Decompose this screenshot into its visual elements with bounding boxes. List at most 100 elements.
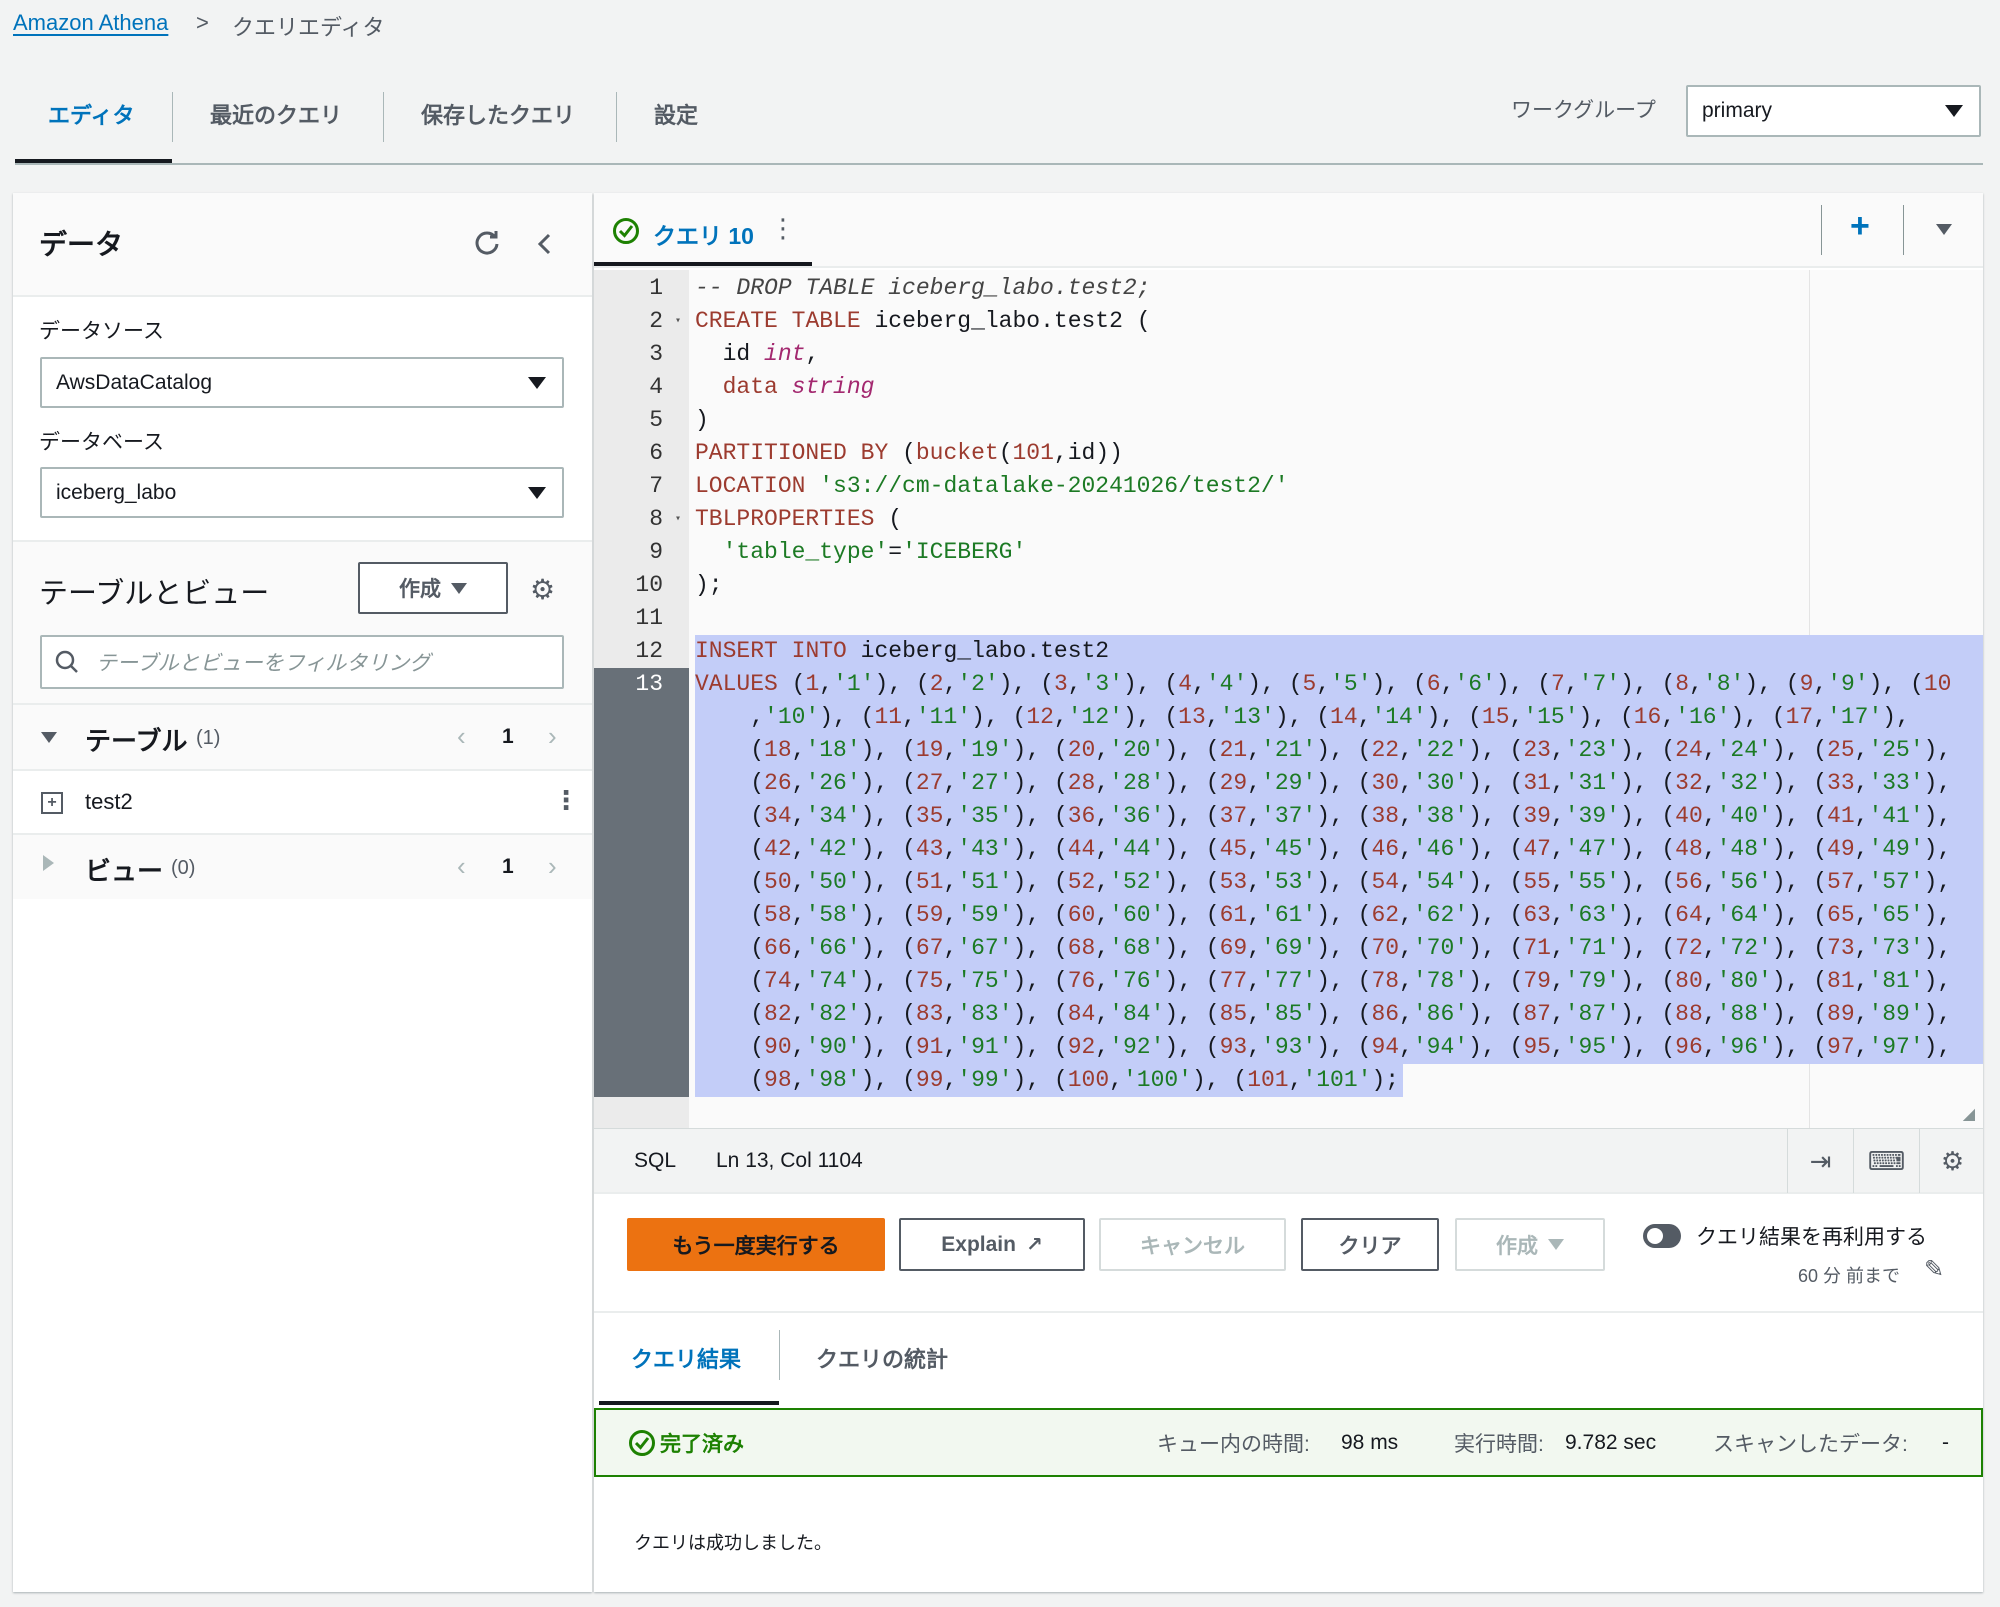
gear-icon[interactable]: ⚙ [530,573,555,606]
code-token: , [1095,968,1110,994]
code-token: '95' [1564,1034,1620,1060]
editor-settings-icon[interactable]: ⚙ [1919,1129,1985,1193]
code-token: '86' [1412,1001,1469,1027]
reuse-results-toggle[interactable] [1643,1224,1681,1248]
code-token: INTO [791,638,847,664]
sql-code-editor[interactable]: 1 -- DROP TABLE iceberg_labo.test2; 2 ▾ CREA… [594,270,1983,1128]
prev-page-icon[interactable]: ‹ [457,721,466,752]
code-row: PARTITIONED BY (bucket(101,id)) [695,437,1123,470]
code-token: 58 [764,902,792,928]
tables-group-header[interactable]: テーブル (1) ‹ 1 › [13,705,592,769]
views-count: (0) [171,857,196,879]
code-token: , [1399,935,1413,961]
tabs-menu-caret-icon[interactable] [1936,224,1952,235]
tab-editor[interactable]: エディタ [48,98,134,130]
table-item-test2[interactable]: + test2 ⋮ [13,771,592,833]
table-filter-input[interactable]: テーブルとビューをフィルタリング [40,635,564,689]
views-group-header[interactable]: ビュー (0) ‹ 1 › [13,835,592,899]
next-page-icon[interactable]: › [548,851,557,882]
breadcrumb-athena-link[interactable]: Amazon Athena [13,10,168,36]
code-token: 41 [1827,803,1855,829]
views-page-number[interactable]: 1 [502,855,514,879]
code-token: '50' [805,869,861,895]
format-query-icon[interactable]: ⇥ [1787,1129,1853,1193]
cancel-button[interactable]: キャンセル [1099,1218,1286,1271]
code-token: '30' [1412,770,1469,796]
tab-query-results[interactable]: クエリ結果 [631,1342,741,1374]
edit-pencil-icon[interactable]: ✎ [1924,1255,1944,1284]
editor-status-bar: SQL Ln 13, Col 1104 ⇥ ⌨ ⚙ [594,1128,1983,1194]
code-token: ), ( [1468,869,1524,895]
code-token: ); [1371,1067,1400,1093]
tables-page-number[interactable]: 1 [502,725,514,749]
create-table-button[interactable]: 作成 [358,562,508,614]
tab-divider [383,92,384,142]
line-number: 4 [649,374,663,400]
code-token: , [791,935,806,961]
query-tab[interactable]: クエリ 10 ⋮ [594,193,812,268]
expand-caret-icon[interactable] [43,855,54,871]
code-token: , [1095,803,1110,829]
fold-arrow-icon[interactable]: ▾ [675,503,681,536]
code-token: , [1854,1034,1869,1060]
code-token: '60' [1109,902,1165,928]
tab-settings[interactable]: 設定 [654,98,698,130]
code-token: '33' [1868,770,1924,796]
code-token: ), ( [1619,869,1676,895]
code-token: 99 [915,1067,944,1093]
code-token: , [1095,869,1110,895]
query-tab-menu-icon[interactable]: ⋮ [770,213,796,244]
search-icon [55,650,78,673]
create-button[interactable]: 作成 [1455,1218,1605,1271]
code-token: , [943,836,958,862]
tab-query-stats[interactable]: クエリの統計 [816,1342,948,1374]
next-page-icon[interactable]: › [548,721,557,752]
tab-recent-queries[interactable]: 最近のクエリ [210,98,342,130]
language-label: SQL [634,1149,677,1172]
add-query-tab-icon[interactable]: + [1850,207,1870,246]
run-again-button[interactable]: もう一度実行する [627,1218,885,1271]
code-token: '10' [764,704,820,730]
collapse-panel-icon[interactable] [535,231,555,257]
refresh-icon[interactable] [473,229,501,257]
prev-page-icon[interactable]: ‹ [457,851,466,882]
code-token: 31 [1523,770,1551,796]
create-label: 作成 [399,578,441,601]
code-token: 47 [1523,836,1551,862]
code-token: '78' [1412,968,1469,994]
workgroup-select[interactable]: primary [1686,85,1981,137]
line-number: 2 ▾ [594,305,689,338]
code-token: , [1095,902,1110,928]
tabs-baseline [15,163,1983,165]
code-token: 68 [1067,935,1096,961]
code-token: , [1854,935,1869,961]
keyboard-shortcuts-icon[interactable]: ⌨ [1853,1129,1919,1193]
code-token: , [819,671,834,697]
explain-button[interactable]: Explain ↗ [899,1218,1085,1271]
toggle-knob [1647,1228,1663,1244]
code-token: 64 [1675,902,1703,928]
database-select[interactable]: iceberg_labo [40,467,564,518]
code-token: ), ( [1619,737,1676,763]
expand-caret-icon[interactable] [41,732,57,743]
code-token: 22 [1371,737,1400,763]
code-token: 18 [764,737,792,763]
datasource-select[interactable]: AwsDataCatalog [40,357,564,408]
more-options-icon[interactable]: ⋮ [553,785,579,816]
code-token: ), ( [1012,902,1068,928]
code-token: ), ( [860,836,916,862]
fold-arrow-icon[interactable]: ▾ [675,305,681,338]
tab-saved-queries[interactable]: 保存したクエリ [421,98,575,130]
code-token: '57' [1868,869,1924,895]
code-token: 57 [1827,869,1855,895]
clear-button[interactable]: クリア [1301,1218,1439,1271]
code-token: , [791,1067,806,1093]
expand-table-icon[interactable]: + [41,792,63,814]
resize-handle-icon[interactable]: ◢ [1963,1104,1975,1124]
code-token: '87' [1564,1001,1620,1027]
code-token: ), ( [1316,869,1372,895]
code-token: ), ( [1619,1001,1676,1027]
code-token: '71' [1564,935,1620,961]
